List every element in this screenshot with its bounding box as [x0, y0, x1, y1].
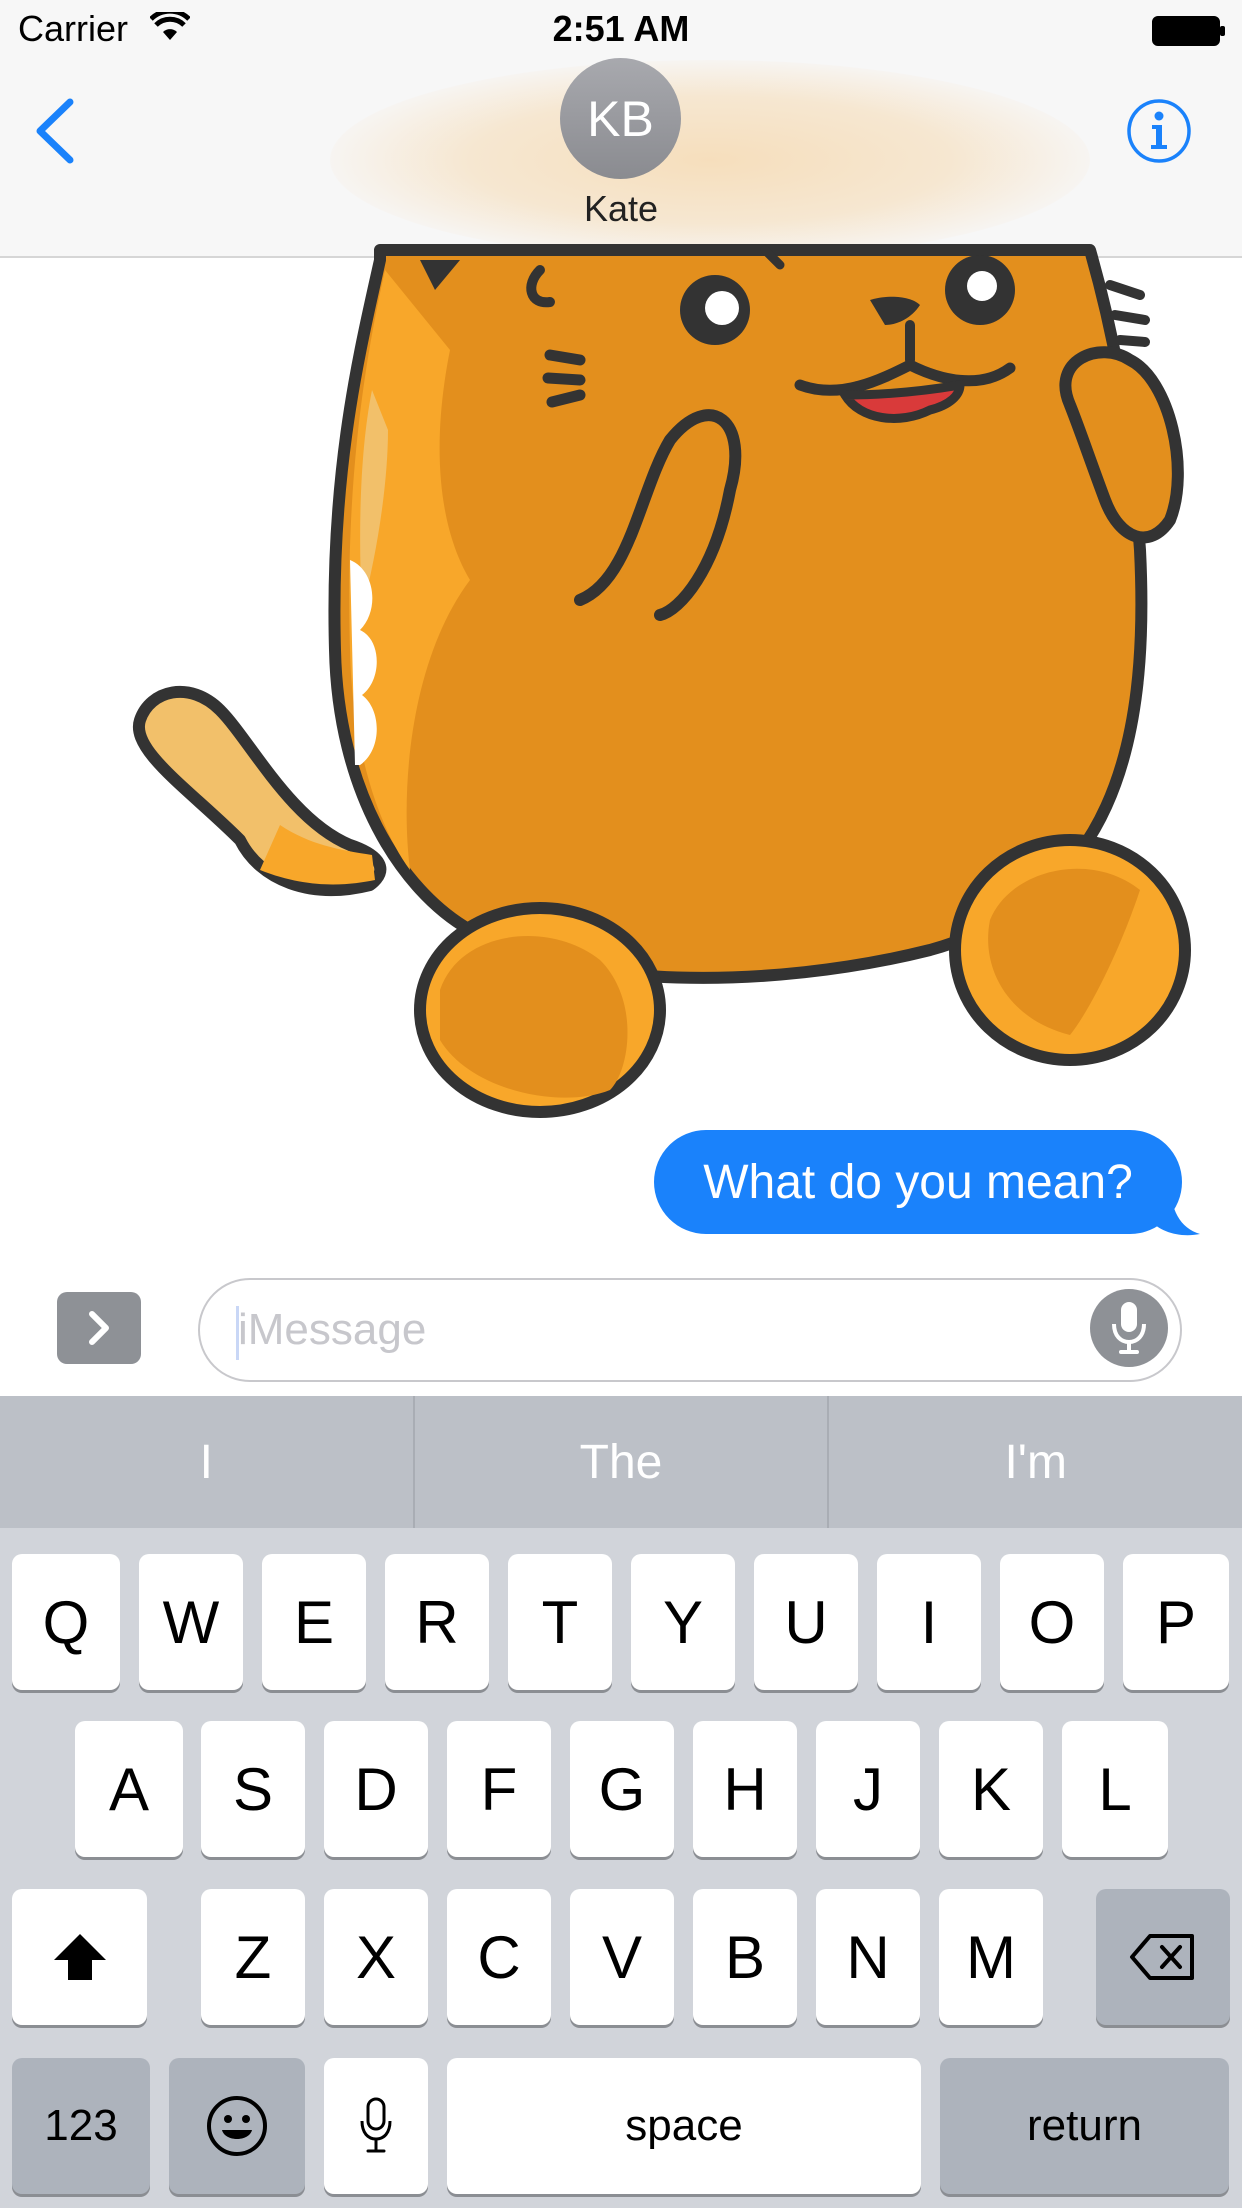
message-input[interactable]: iMessage: [198, 1278, 1182, 1382]
emoji-key[interactable]: [169, 2058, 305, 2194]
key-e[interactable]: E: [262, 1554, 366, 1690]
prediction-3[interactable]: I'm: [829, 1396, 1242, 1528]
dictation-button[interactable]: [1090, 1289, 1168, 1367]
key-t[interactable]: T: [508, 1554, 612, 1690]
key-c[interactable]: C: [447, 1889, 551, 2025]
key-s[interactable]: S: [201, 1721, 305, 1857]
key-b[interactable]: B: [693, 1889, 797, 2025]
key-o[interactable]: O: [1000, 1554, 1104, 1690]
conversation-header: Carrier 2:51 AM KB Kate: [0, 0, 1242, 258]
info-icon[interactable]: [1126, 98, 1192, 164]
return-key[interactable]: return: [940, 2058, 1229, 2194]
key-f[interactable]: F: [447, 1721, 551, 1857]
key-z[interactable]: Z: [201, 1889, 305, 2025]
key-v[interactable]: V: [570, 1889, 674, 2025]
delete-key[interactable]: [1096, 1889, 1230, 2025]
orange-cat-sticker[interactable]: [110, 230, 1210, 1150]
dictation-key[interactable]: [324, 2058, 428, 2194]
key-k[interactable]: K: [939, 1721, 1043, 1857]
key-u[interactable]: U: [754, 1554, 858, 1690]
emoji-icon: [207, 2096, 267, 2156]
back-chevron-icon[interactable]: [30, 96, 80, 166]
prediction-2[interactable]: The: [415, 1396, 830, 1528]
key-w[interactable]: W: [139, 1554, 243, 1690]
key-g[interactable]: G: [570, 1721, 674, 1857]
key-q[interactable]: Q: [12, 1554, 120, 1690]
message-placeholder: iMessage: [238, 1305, 427, 1354]
space-key[interactable]: space: [447, 2058, 921, 2194]
key-x[interactable]: X: [324, 1889, 428, 2025]
shift-key[interactable]: [12, 1889, 147, 2025]
shift-icon: [53, 1934, 106, 1980]
contact-name[interactable]: Kate: [0, 188, 1242, 230]
bubble-tail: [1150, 1180, 1200, 1236]
outgoing-message-bubble[interactable]: What do you mean?: [654, 1130, 1182, 1234]
key-d[interactable]: D: [324, 1721, 428, 1857]
prediction-1[interactable]: I: [0, 1396, 415, 1528]
key-a[interactable]: A: [75, 1721, 183, 1857]
microphone-icon: [1112, 1302, 1146, 1354]
key-h[interactable]: H: [693, 1721, 797, 1857]
key-p[interactable]: P: [1123, 1554, 1229, 1690]
key-m[interactable]: M: [939, 1889, 1043, 2025]
key-i[interactable]: I: [877, 1554, 981, 1690]
predictive-bar: I The I'm: [0, 1396, 1242, 1528]
battery-icon: [1152, 16, 1225, 46]
app-drawer-button[interactable]: [57, 1292, 141, 1364]
chevron-right-icon: [89, 1311, 109, 1345]
key-r[interactable]: R: [385, 1554, 489, 1690]
key-l[interactable]: L: [1062, 1721, 1168, 1857]
backspace-icon: [1130, 1934, 1194, 1980]
key-n[interactable]: N: [816, 1889, 920, 2025]
numbers-key[interactable]: 123: [12, 2058, 150, 2194]
key-y[interactable]: Y: [631, 1554, 735, 1690]
clock-label: 2:51 AM: [552, 8, 690, 49]
microphone-icon: [360, 2097, 392, 2153]
text-cursor: [236, 1306, 239, 1360]
keyboard: I The I'm Q W E R T Y U I O P A S D F G …: [0, 1396, 1242, 2208]
key-j[interactable]: J: [816, 1721, 920, 1857]
contact-avatar[interactable]: KB: [560, 58, 681, 179]
